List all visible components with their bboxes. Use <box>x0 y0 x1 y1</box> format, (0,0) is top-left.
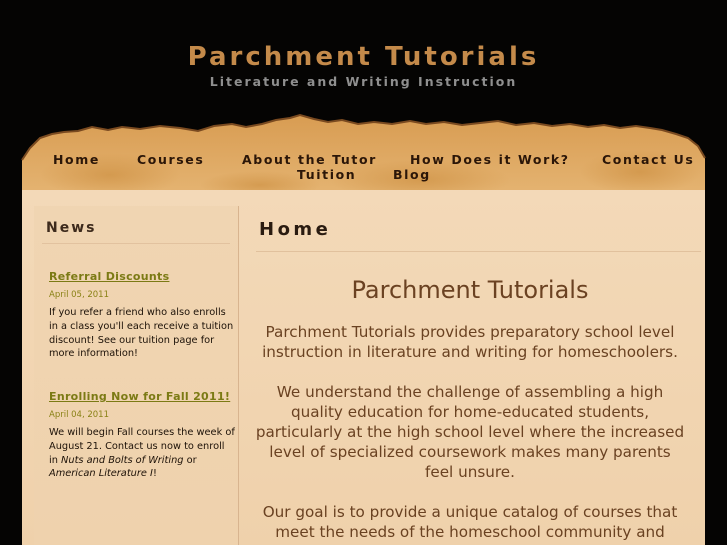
nav-courses[interactable]: Courses <box>137 152 204 167</box>
news-body-text: ! <box>152 468 157 480</box>
nav-how-does-it-work[interactable]: How Does it Work? <box>410 152 570 167</box>
nav-home[interactable]: Home <box>53 152 100 167</box>
content-title: Parchment Tutorials <box>351 276 589 304</box>
news-body: If you refer a friend who also enrolls i… <box>49 307 234 360</box>
news-date: April 04, 2011 <box>49 410 109 420</box>
course-name: American Literature I <box>49 468 153 480</box>
news-body-text: or <box>183 454 197 466</box>
page-title: Home <box>259 219 332 240</box>
challenge-paragraph: We understand the challenge of assemblin… <box>255 383 685 481</box>
news-title-link[interactable]: Enrolling Now for Fall 2011! <box>49 390 230 403</box>
intro-paragraph: Parchment Tutorials provides preparatory… <box>262 323 678 361</box>
news-date: April 05, 2011 <box>49 290 109 300</box>
news-title-link[interactable]: Referral Discounts <box>49 270 169 283</box>
divider <box>42 243 230 244</box>
nav-contact-us[interactable]: Contact Us <box>602 152 694 167</box>
news-heading: News <box>46 220 97 236</box>
course-name: Nuts and Bolts of Writing <box>61 454 184 466</box>
divider <box>256 251 701 252</box>
nav-tuition[interactable]: Tuition <box>297 167 356 182</box>
nav-blog[interactable]: Blog <box>393 167 431 182</box>
main-nav: Home Courses About the Tutor How Does it… <box>22 150 705 190</box>
news-body: We will begin Fall courses the week of A… <box>49 426 235 481</box>
goal-paragraph: Our goal is to provide a unique catalog … <box>262 503 678 541</box>
sidebar: News Referral Discounts April 05, 2011 I… <box>34 206 239 545</box>
nav-about-the-tutor[interactable]: About the Tutor <box>242 152 377 167</box>
